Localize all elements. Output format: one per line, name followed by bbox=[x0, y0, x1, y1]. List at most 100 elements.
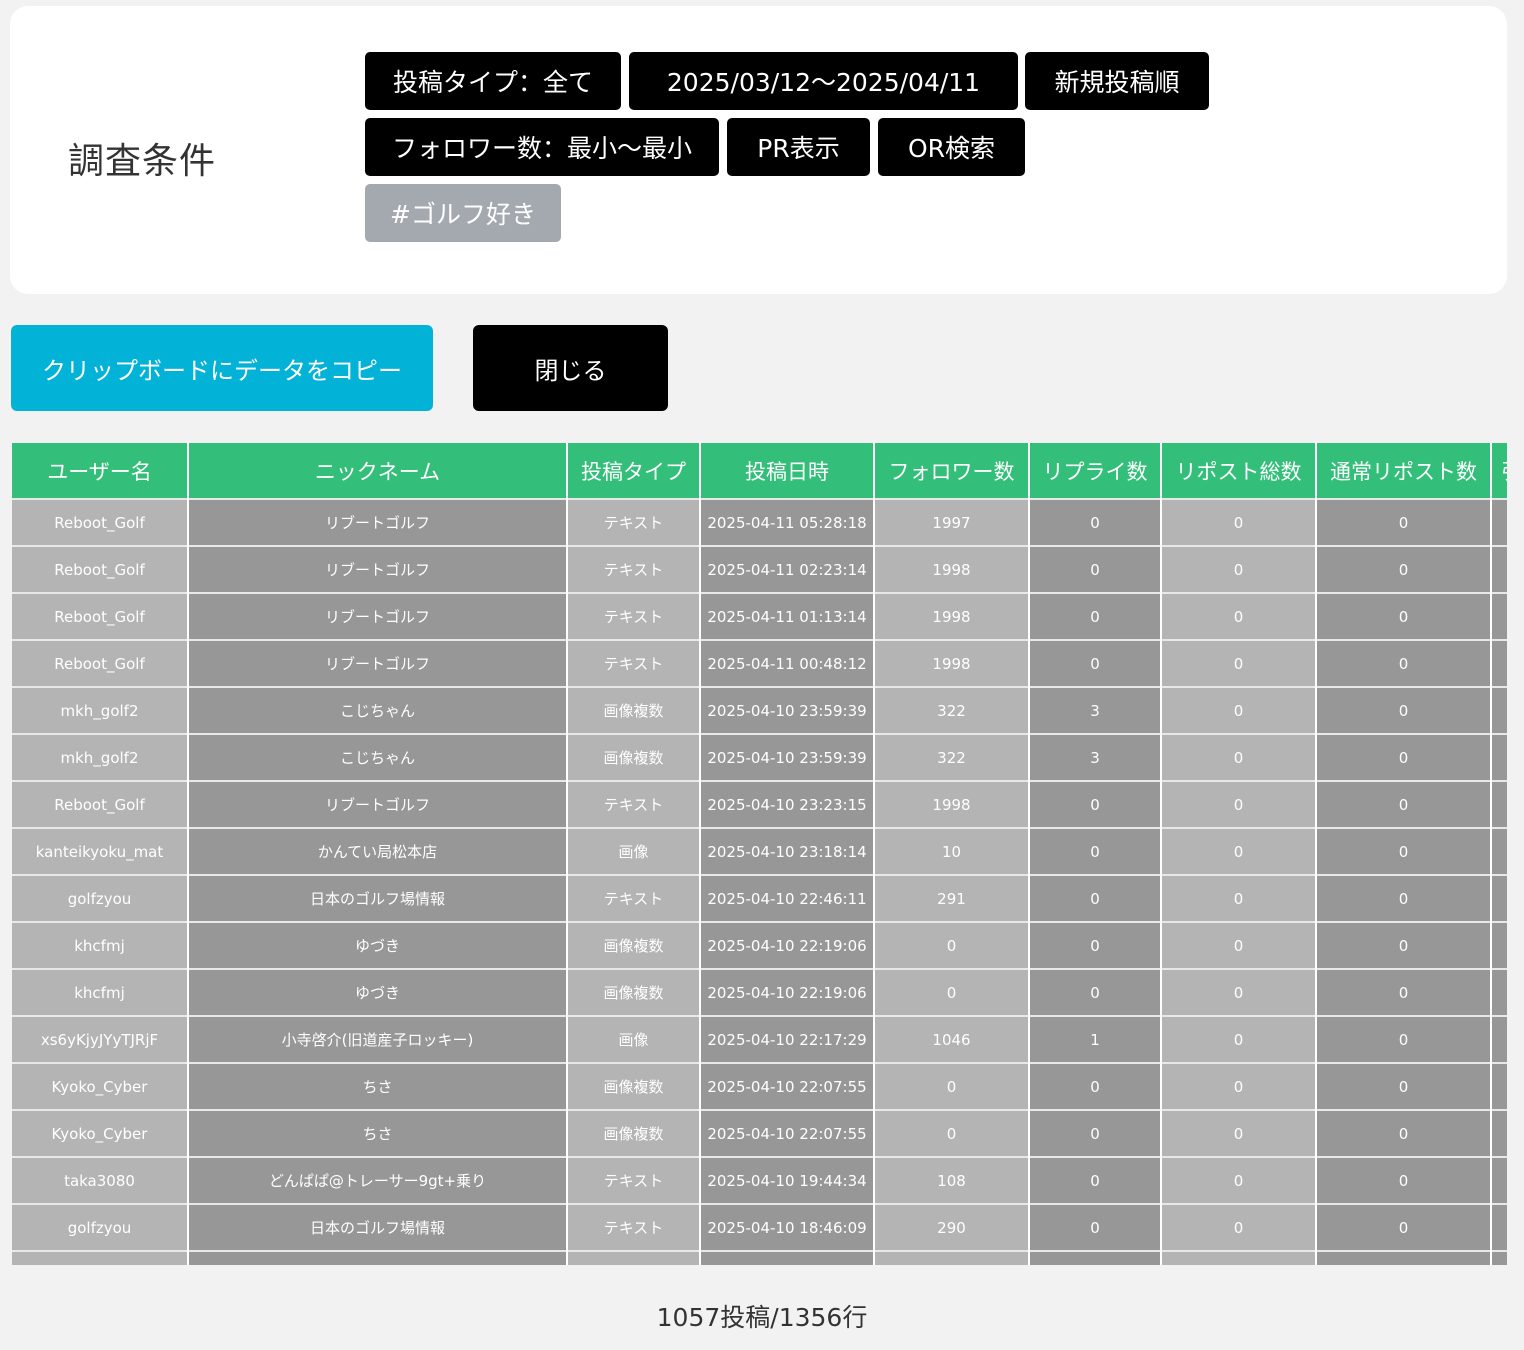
table-row: kanteikyoku_mat かんてい局松本店 画像 2025-04-10 23:1… bbox=[12, 827, 1507, 875]
cell-nickname: リブートゴルフ bbox=[188, 545, 568, 593]
cell-replies bbox=[1029, 1250, 1162, 1265]
cell-post-type: テキスト bbox=[567, 780, 701, 828]
cell-post-type: 画像複数 bbox=[567, 921, 701, 969]
cell-replies: 1 bbox=[1029, 1015, 1162, 1063]
cell-post-type: テキスト bbox=[567, 1156, 701, 1204]
table-row: Reboot_Golf リブートゴルフ テキスト 2025-04-11 00:48:1… bbox=[12, 639, 1507, 687]
cell-replies: 0 bbox=[1029, 592, 1162, 640]
cell-followers: 0 bbox=[874, 1062, 1030, 1110]
cell-quote-partial bbox=[1491, 733, 1507, 781]
cell-total-reposts: 0 bbox=[1161, 1156, 1317, 1204]
cell-normal-reposts: 0 bbox=[1316, 921, 1492, 969]
cell-total-reposts: 0 bbox=[1161, 498, 1317, 546]
cell-total-reposts: 0 bbox=[1161, 921, 1317, 969]
cell-post-type: テキスト bbox=[567, 1203, 701, 1251]
cell-post-type bbox=[567, 1250, 701, 1265]
table-row: golfzyou 日本のゴルフ場情報 テキスト 2025-04-10 18:46:09… bbox=[12, 1203, 1507, 1251]
cell-nickname: 日本のゴルフ場情報 bbox=[188, 1203, 568, 1251]
cell-post-datetime: 2025-04-10 22:19:06 bbox=[700, 921, 875, 969]
cell-post-datetime: 2025-04-11 00:48:12 bbox=[700, 639, 875, 687]
cell-total-reposts: 0 bbox=[1161, 1109, 1317, 1157]
cell-quote-partial bbox=[1491, 921, 1507, 969]
cell-replies: 0 bbox=[1029, 827, 1162, 875]
cell-post-type: テキスト bbox=[567, 874, 701, 922]
result-count: 1057投稿/1356行 bbox=[656, 1303, 868, 1332]
cell-total-reposts: 0 bbox=[1161, 827, 1317, 875]
cell-normal-reposts: 0 bbox=[1316, 686, 1492, 734]
cell-quote-partial bbox=[1491, 968, 1507, 1016]
results-table-container[interactable]: ユーザー名 ニックネーム 投稿タイプ 投稿日時 フォロワー数 リプライ数 リポス… bbox=[12, 443, 1507, 1265]
cell-nickname: リブートゴルフ bbox=[188, 592, 568, 640]
cell-replies: 0 bbox=[1029, 968, 1162, 1016]
table-row bbox=[12, 1250, 1507, 1265]
cell-replies: 0 bbox=[1029, 874, 1162, 922]
cell-quote-partial bbox=[1491, 827, 1507, 875]
cell-post-datetime: 2025-04-10 19:44:34 bbox=[700, 1156, 875, 1204]
cell-followers: 0 bbox=[874, 968, 1030, 1016]
cell-followers: 291 bbox=[874, 874, 1030, 922]
results-table: ユーザー名 ニックネーム 投稿タイプ 投稿日時 フォロワー数 リプライ数 リポス… bbox=[12, 443, 1507, 1265]
cell-total-reposts: 0 bbox=[1161, 1062, 1317, 1110]
cell-normal-reposts: 0 bbox=[1316, 545, 1492, 593]
cell-quote-partial bbox=[1491, 639, 1507, 687]
cell-post-type: 画像複数 bbox=[567, 733, 701, 781]
chip-or-search: OR検索 bbox=[878, 118, 1025, 176]
cell-quote-partial bbox=[1491, 1062, 1507, 1110]
table-row: xs6yKjyJYyTJRjF 小寺啓介(旧道産子ロッキー) 画像 2025-04-1… bbox=[12, 1015, 1507, 1063]
cell-normal-reposts: 0 bbox=[1316, 592, 1492, 640]
cell-nickname: 日本のゴルフ場情報 bbox=[188, 874, 568, 922]
cell-post-datetime: 2025-04-10 23:18:14 bbox=[700, 827, 875, 875]
chip-hashtag: #ゴルフ好き bbox=[365, 184, 561, 242]
cell-quote-partial bbox=[1491, 545, 1507, 593]
cell-username: Kyoko_Cyber bbox=[12, 1109, 189, 1157]
cell-username: Reboot_Golf bbox=[12, 545, 189, 593]
cell-followers: 10 bbox=[874, 827, 1030, 875]
cell-followers: 322 bbox=[874, 733, 1030, 781]
cell-replies: 3 bbox=[1029, 686, 1162, 734]
table-row: mkh_golf2 こじちゃん 画像複数 2025-04-10 23:59:39 322… bbox=[12, 686, 1507, 734]
header-normal-reposts: 通常リポスト数 bbox=[1316, 443, 1492, 499]
cell-post-datetime: 2025-04-11 05:28:18 bbox=[700, 498, 875, 546]
cell-followers: 1998 bbox=[874, 592, 1030, 640]
copy-to-clipboard-button[interactable]: クリップボードにデータをコピー bbox=[11, 325, 433, 411]
conditions-title: 調査条件 bbox=[68, 141, 217, 182]
cell-normal-reposts: 0 bbox=[1316, 827, 1492, 875]
table-header-row: ユーザー名 ニックネーム 投稿タイプ 投稿日時 フォロワー数 リプライ数 リポス… bbox=[12, 443, 1507, 499]
cell-total-reposts: 0 bbox=[1161, 733, 1317, 781]
cell-post-datetime: 2025-04-10 22:19:06 bbox=[700, 968, 875, 1016]
table-row: mkh_golf2 こじちゃん 画像複数 2025-04-10 23:59:39 322… bbox=[12, 733, 1507, 781]
header-replies: リプライ数 bbox=[1029, 443, 1162, 499]
cell-username: xs6yKjyJYyTJRjF bbox=[12, 1015, 189, 1063]
cell-nickname: 小寺啓介(旧道産子ロッキー) bbox=[188, 1015, 568, 1063]
cell-normal-reposts: 0 bbox=[1316, 780, 1492, 828]
cell-post-datetime: 2025-04-10 23:59:39 bbox=[700, 733, 875, 781]
cell-post-type: 画像 bbox=[567, 827, 701, 875]
cell-username: Kyoko_Cyber bbox=[12, 1062, 189, 1110]
close-button[interactable]: 閉じる bbox=[473, 325, 668, 411]
cell-post-datetime: 2025-04-10 23:59:39 bbox=[700, 686, 875, 734]
cell-total-reposts: 0 bbox=[1161, 1015, 1317, 1063]
cell-followers: 1998 bbox=[874, 639, 1030, 687]
header-quote-partial: 引 bbox=[1491, 443, 1507, 499]
header-post-datetime: 投稿日時 bbox=[700, 443, 875, 499]
cell-post-datetime bbox=[700, 1250, 875, 1265]
chip-date-range: 2025/03/12〜2025/04/11 bbox=[629, 52, 1018, 110]
cell-followers: 1998 bbox=[874, 780, 1030, 828]
cell-username: khcfmj bbox=[12, 968, 189, 1016]
cell-normal-reposts: 0 bbox=[1316, 1156, 1492, 1204]
table-row: Reboot_Golf リブートゴルフ テキスト 2025-04-11 01:13:1… bbox=[12, 592, 1507, 640]
cell-username: golfzyou bbox=[12, 874, 189, 922]
cell-nickname: こじちゃん bbox=[188, 733, 568, 781]
cell-followers: 0 bbox=[874, 1109, 1030, 1157]
chip-follower-range: フォロワー数：最小〜最小 bbox=[365, 118, 719, 176]
cell-normal-reposts bbox=[1316, 1250, 1492, 1265]
cell-total-reposts: 0 bbox=[1161, 639, 1317, 687]
cell-post-type: テキスト bbox=[567, 545, 701, 593]
cell-total-reposts: 0 bbox=[1161, 780, 1317, 828]
table-row: Kyoko_Cyber ちさ 画像複数 2025-04-10 22:07:55 0 0 0 0 bbox=[12, 1062, 1507, 1110]
cell-total-reposts: 0 bbox=[1161, 592, 1317, 640]
cell-nickname: リブートゴルフ bbox=[188, 639, 568, 687]
cell-normal-reposts: 0 bbox=[1316, 968, 1492, 1016]
cell-post-datetime: 2025-04-10 22:46:11 bbox=[700, 874, 875, 922]
cell-normal-reposts: 0 bbox=[1316, 498, 1492, 546]
